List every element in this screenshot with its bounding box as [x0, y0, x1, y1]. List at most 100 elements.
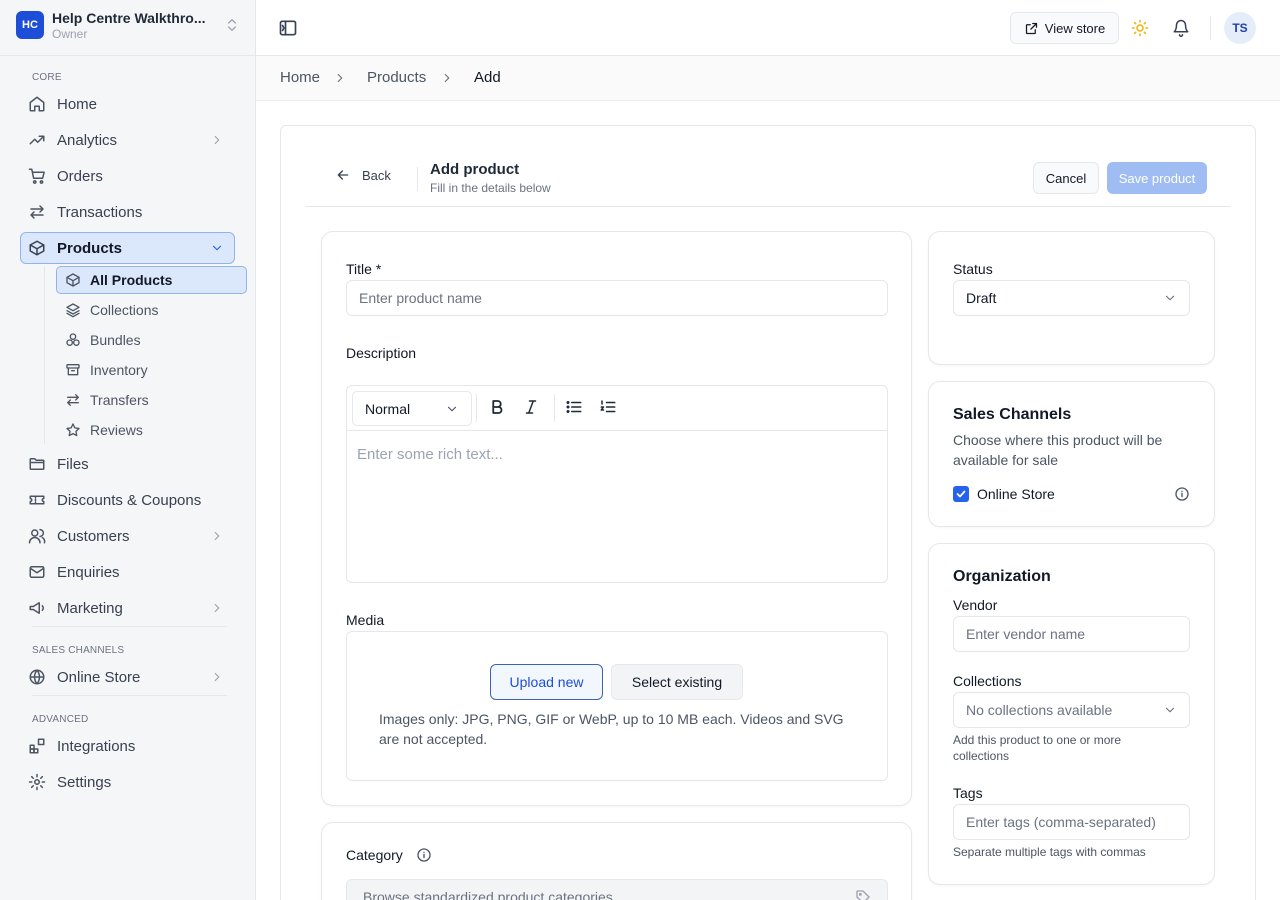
- sidebar-item-orders[interactable]: Orders: [20, 160, 235, 192]
- bullet-list-icon[interactable]: [565, 398, 583, 416]
- chevron-down-icon: [1165, 707, 1175, 713]
- page-subtitle: Fill in the details below: [430, 181, 551, 195]
- box-icon: [29, 240, 45, 256]
- numbered-list-icon[interactable]: [599, 398, 617, 416]
- sidebar-item-transactions[interactable]: Transactions: [20, 196, 235, 228]
- users-icon: [28, 528, 46, 544]
- media-note: Images only: JPG, PNG, GIF or WebP, up t…: [379, 711, 844, 747]
- avatar[interactable]: TS: [1224, 12, 1256, 44]
- chevron-down-icon: [1165, 295, 1175, 301]
- tags-help: Separate multiple tags with commas: [953, 845, 1146, 859]
- status-card: Status Draft: [928, 231, 1215, 365]
- view-store-label: View store: [1044, 20, 1106, 36]
- breadcrumb-products[interactable]: Products: [367, 69, 426, 86]
- sidebar-item-label: Integrations: [57, 737, 136, 755]
- category-label: Category: [346, 847, 403, 863]
- editor-content[interactable]: Enter some rich text...: [357, 446, 503, 463]
- trending-up-icon: [29, 135, 45, 145]
- media-dropzone[interactable]: Upload new Select existing Images only: …: [346, 631, 888, 781]
- gear-icon: [28, 773, 46, 791]
- text-format-select[interactable]: Normal: [352, 391, 472, 426]
- cancel-button[interactable]: Cancel: [1033, 162, 1099, 194]
- sidebar-item-home[interactable]: Home: [20, 88, 235, 120]
- chevron-down-icon: [212, 245, 222, 251]
- sidebar-item-products[interactable]: Products: [20, 232, 235, 264]
- sidebar-item-enquiries[interactable]: Enquiries: [20, 556, 235, 588]
- upload-new-button[interactable]: Upload new: [490, 664, 603, 700]
- collections-label: Collections: [953, 673, 1022, 689]
- sidebar-subitem-bundles[interactable]: Bundles: [56, 326, 247, 354]
- status-value: Draft: [966, 290, 997, 306]
- folder-icon: [29, 458, 45, 470]
- arrows-swap-icon: [67, 394, 79, 406]
- text-format-value: Normal: [365, 400, 411, 417]
- sidebar-item-discounts[interactable]: Discounts & Coupons: [20, 484, 235, 516]
- page-title: Add product: [430, 161, 520, 178]
- sidebar-subitem-reviews[interactable]: Reviews: [56, 416, 247, 444]
- section-label-sales-channels: SALES CHANNELS: [32, 645, 125, 656]
- online-store-label: Online Store: [977, 486, 1055, 502]
- status-select[interactable]: Draft: [953, 280, 1190, 316]
- sidebar-item-label: Discounts & Coupons: [57, 491, 202, 509]
- top-bar: View store TS: [256, 0, 1280, 56]
- tags-input[interactable]: [953, 804, 1190, 840]
- title-input[interactable]: [346, 280, 888, 316]
- store-switcher[interactable]: HC Help Centre Walkthro... Owner: [16, 9, 240, 41]
- page-header: Back Add product Fill in the details bel…: [305, 150, 1231, 207]
- sidebar-subitem-collections[interactable]: Collections: [56, 296, 247, 324]
- sidebar-subitem-label: Bundles: [90, 332, 141, 348]
- sidebar-subitem-transfers[interactable]: Transfers: [56, 386, 247, 414]
- cart-icon: [28, 168, 45, 184]
- sidebar-item-label: Orders: [57, 167, 103, 185]
- info-icon[interactable]: [416, 847, 432, 863]
- description-label: Description: [346, 345, 417, 361]
- sidebar-item-label: Products: [57, 239, 123, 257]
- section-label-advanced: ADVANCED: [32, 714, 89, 725]
- vendor-input[interactable]: [953, 616, 1190, 652]
- online-store-checkbox[interactable]: [953, 486, 969, 502]
- sun-icon[interactable]: [1131, 19, 1149, 37]
- sidebar-subitem-label: Inventory: [90, 362, 148, 378]
- sidebar-item-files[interactable]: Files: [20, 448, 235, 480]
- bell-icon[interactable]: [1172, 19, 1190, 37]
- sidebar-toggle-icon[interactable]: [278, 18, 298, 38]
- ticket-icon: [29, 495, 45, 505]
- chevron-right-icon: [214, 672, 220, 682]
- breadcrumb-home[interactable]: Home: [280, 69, 320, 86]
- tags-label: Tags: [953, 785, 983, 801]
- status-label: Status: [953, 261, 993, 277]
- back-button[interactable]: Back: [335, 167, 391, 183]
- sidebar-item-marketing[interactable]: Marketing: [20, 592, 235, 624]
- store-role: Owner: [52, 26, 88, 41]
- back-label: Back: [362, 167, 391, 183]
- sidebar-item-integrations[interactable]: Integrations: [20, 730, 235, 762]
- sidebar-item-settings[interactable]: Settings: [20, 766, 235, 798]
- view-store-button[interactable]: View store: [1010, 12, 1119, 44]
- sidebar-subitem-label: Reviews: [90, 422, 143, 438]
- rich-text-editor: Normal Enter some rich text...: [346, 385, 888, 583]
- chevron-right-icon: [444, 73, 450, 83]
- archive-icon: [66, 364, 80, 376]
- select-existing-button[interactable]: Select existing: [611, 664, 743, 700]
- sidebar-item-online-store[interactable]: Online Store: [20, 661, 235, 693]
- layers-icon: [66, 303, 80, 318]
- chevron-right-icon: [214, 135, 220, 145]
- sidebar-item-label: Analytics: [57, 131, 118, 149]
- sidebar-item-label: Marketing: [57, 599, 123, 617]
- sidebar-subitem-inventory[interactable]: Inventory: [56, 356, 247, 384]
- sidebar-subitem-all-products[interactable]: All Products: [56, 266, 247, 294]
- category-browser[interactable]: Browse standardized product categories: [346, 879, 888, 900]
- bold-icon[interactable]: [488, 398, 506, 416]
- italic-icon[interactable]: [522, 398, 540, 416]
- sidebar-item-customers[interactable]: Customers: [20, 520, 235, 552]
- collections-select[interactable]: No collections available: [953, 692, 1190, 728]
- blocks-icon: [29, 738, 45, 754]
- product-details-card: Title * Description Normal Enter some ri…: [321, 231, 912, 806]
- arrows-swap-icon: [30, 205, 44, 219]
- sidebar-item-analytics[interactable]: Analytics: [20, 124, 235, 156]
- chevron-right-icon: [214, 603, 220, 613]
- info-icon[interactable]: [1174, 486, 1190, 502]
- sidebar-subitem-label: All Products: [90, 272, 173, 288]
- collections-value: No collections available: [966, 702, 1113, 718]
- save-product-button[interactable]: Save product: [1107, 162, 1207, 194]
